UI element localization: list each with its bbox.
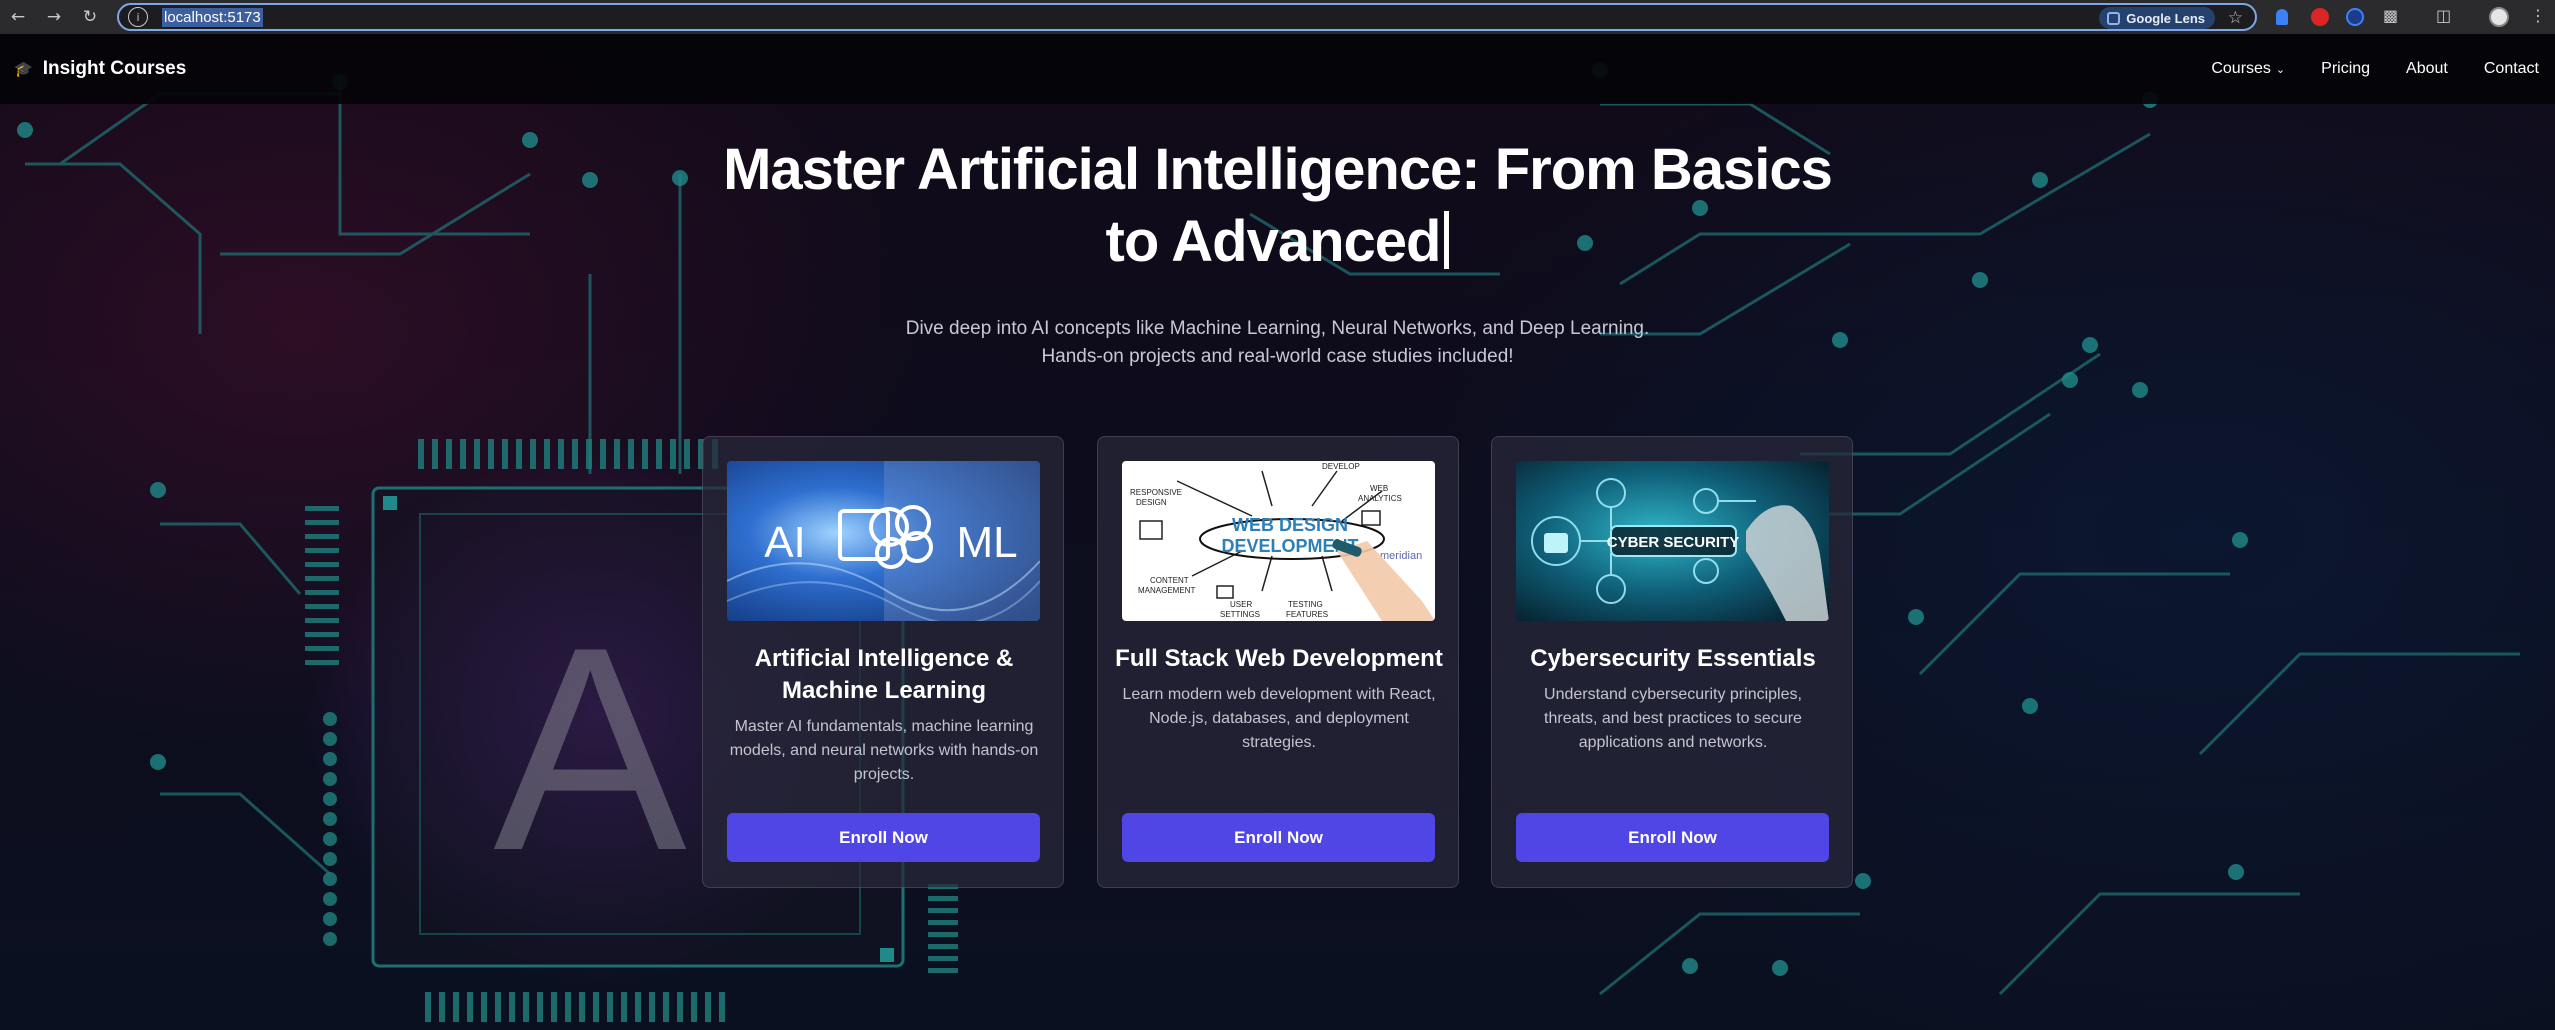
- address-bar[interactable]: i localhost:5173 Google Lens ☆: [117, 3, 2257, 31]
- google-lens-label: Google Lens: [2126, 10, 2205, 26]
- background-letter: A: [493, 587, 688, 911]
- extensions-puzzle-icon[interactable]: ▩: [2383, 6, 2398, 25]
- cybersecurity-image-label: CYBER SECURITY: [1607, 534, 1740, 551]
- web-dev-label-design: DESIGN: [1136, 498, 1167, 507]
- back-arrow-icon[interactable]: ←: [0, 0, 36, 34]
- course-description: Learn modern web development with React,…: [1122, 686, 1436, 751]
- forward-arrow-icon[interactable]: →: [36, 0, 72, 34]
- course-title: Cybersecurity Essentials: [1530, 645, 1816, 672]
- lens-icon: [2107, 11, 2121, 25]
- reload-icon[interactable]: ↻: [72, 0, 108, 34]
- enroll-button[interactable]: Enroll Now: [1516, 813, 1829, 862]
- ai-ml-image-left-text: AI: [764, 518, 806, 567]
- profile-avatar[interactable]: [2489, 7, 2509, 27]
- web-dev-label-analytics: ANALYTICS: [1358, 494, 1402, 503]
- page-root: A 🎓 Insight Courses Courses ⌄ Pricing Abo…: [0, 34, 2555, 1030]
- web-dev-label-web: WEB: [1370, 484, 1388, 493]
- enroll-button[interactable]: Enroll Now: [727, 813, 1040, 862]
- ai-ml-image-right-text: ML: [956, 518, 1017, 567]
- google-lens-button[interactable]: Google Lens: [2099, 7, 2215, 29]
- bookmark-star-icon[interactable]: ☆: [2228, 8, 2243, 28]
- chevron-down-icon: ⌄: [2275, 62, 2286, 76]
- web-dev-label-features: FEATURES: [1286, 610, 1328, 619]
- course-title: Artificial Intelligence & Machine Learni…: [754, 645, 1014, 704]
- nav-contact[interactable]: Contact: [2484, 60, 2539, 78]
- nav-courses-label: Courses: [2211, 60, 2271, 77]
- hero-subtitle-line1: Dive deep into AI concepts like Machine …: [905, 318, 1650, 339]
- nav-courses[interactable]: Courses ⌄: [2211, 60, 2285, 78]
- brand-name: Insight Courses: [42, 58, 187, 79]
- web-dev-label-content: CONTENT: [1150, 576, 1189, 585]
- hero-title: Master Artificial Intelligence: From Bas…: [700, 134, 1855, 278]
- extension-icon-blue[interactable]: [2276, 9, 2288, 25]
- main-nav: Courses ⌄ Pricing About Contact: [2175, 60, 2539, 78]
- brand-logo[interactable]: 🎓 Insight Courses: [14, 58, 186, 80]
- course-card-web-dev: WEB DESIGN DEVELOPMENT RESPONSIVE DESIGN…: [1097, 436, 1459, 888]
- hero-title-line1: Master Artificial Intelligence: From Bas…: [723, 137, 1833, 202]
- extension-icon-g[interactable]: [2346, 8, 2364, 26]
- web-dev-label-testing: TESTING: [1288, 600, 1323, 609]
- nav-pricing[interactable]: Pricing: [2321, 60, 2370, 78]
- site-header: 🎓 Insight Courses Courses ⌄ Pricing About…: [0, 34, 2555, 104]
- extension-icon-red[interactable]: [2311, 8, 2329, 26]
- graduation-cap-icon: 🎓: [14, 60, 33, 78]
- course-title: Full Stack Web Development: [1115, 645, 1443, 672]
- hero-subtitle-line2: Hands-on projects and real-world case st…: [1041, 346, 1514, 367]
- course-description: Understand cybersecurity principles, thr…: [1544, 686, 1802, 751]
- browser-toolbar: ← → ↻ i localhost:5173 Google Lens ☆ ▩ ◫…: [0, 0, 2555, 34]
- web-dev-image: WEB DESIGN DEVELOPMENT RESPONSIVE DESIGN…: [1122, 461, 1435, 621]
- hero-subtitle: Dive deep into AI concepts like Machine …: [850, 315, 1705, 371]
- browser-menu-icon[interactable]: ⋮: [2530, 6, 2546, 25]
- web-dev-label-responsive: RESPONSIVE: [1130, 488, 1182, 497]
- site-info-icon[interactable]: i: [128, 7, 148, 27]
- course-description: Master AI fundamentals, machine learning…: [729, 718, 1039, 783]
- enroll-button[interactable]: Enroll Now: [1122, 813, 1435, 862]
- course-card-ai-ml: AI ML Artificial Intelligence & Machine …: [702, 436, 1064, 888]
- web-dev-label-user: USER: [1230, 600, 1252, 609]
- url-text[interactable]: localhost:5173: [162, 7, 263, 27]
- side-panel-icon[interactable]: ◫: [2436, 6, 2451, 25]
- cybersecurity-image: CYBER SECURITY: [1516, 461, 1829, 621]
- web-dev-label-develop: DEVELOP: [1322, 462, 1360, 471]
- web-dev-label-brand: meridian: [1380, 550, 1422, 562]
- nav-about[interactable]: About: [2406, 60, 2448, 78]
- course-card-cybersecurity: CYBER SECURITY Cybersecurity Essentials …: [1491, 436, 1853, 888]
- ai-ml-image: AI ML: [727, 461, 1040, 621]
- hero-title-line2: to Advanced: [1105, 209, 1442, 274]
- typing-caret: [1444, 211, 1450, 269]
- web-dev-label-settings: SETTINGS: [1220, 610, 1260, 619]
- web-dev-label-management: MANAGEMENT: [1138, 586, 1195, 595]
- web-dev-image-heading1: WEB DESIGN: [1232, 515, 1348, 535]
